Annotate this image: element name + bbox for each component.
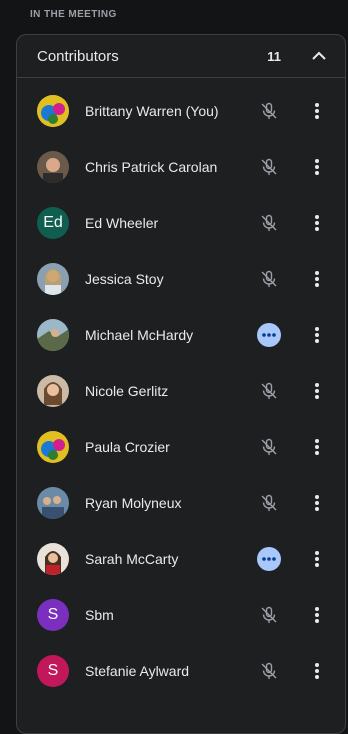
panel-title: Contributors (37, 47, 119, 65)
participant-name: Chris Patrick Carolan (85, 159, 218, 175)
more-options-icon[interactable] (309, 379, 325, 403)
participant-count: 11 (267, 48, 281, 64)
more-options-icon[interactable] (309, 435, 325, 459)
avatar (37, 487, 69, 519)
mic-off-icon (257, 435, 281, 459)
contributors-panel: Contributors 11 Brittany Warren (You) Ch… (16, 34, 346, 734)
avatar (37, 319, 69, 351)
mic-off-icon (257, 379, 281, 403)
more-indicator-icon (257, 547, 281, 571)
section-label: IN THE MEETING (30, 9, 117, 20)
avatar: S (37, 655, 69, 687)
participant-row[interactable]: Ed Ed Wheeler (17, 195, 347, 251)
more-options-icon[interactable] (309, 323, 325, 347)
avatar (37, 263, 69, 295)
participant-row[interactable]: Michael McHardy (17, 307, 347, 363)
participant-name: Paula Crozier (85, 439, 170, 455)
avatar (37, 375, 69, 407)
participant-name: Stefanie Aylward (85, 663, 190, 679)
participant-row[interactable]: Sarah McCarty (17, 531, 347, 587)
more-options-icon[interactable] (309, 155, 325, 179)
participant-name: Michael McHardy (85, 327, 194, 343)
participant-row[interactable]: Paula Crozier (17, 419, 347, 475)
chevron-up-icon[interactable] (311, 48, 327, 64)
more-options-icon[interactable] (309, 659, 325, 683)
more-options-icon[interactable] (309, 547, 325, 571)
participant-name: Nicole Gerlitz (85, 383, 169, 399)
participant-name: Brittany Warren (You) (85, 103, 219, 119)
avatar: S (37, 599, 69, 631)
more-options-icon[interactable] (309, 267, 325, 291)
avatar (37, 151, 69, 183)
avatar-initials: S (47, 606, 59, 623)
participant-row[interactable]: Jessica Stoy (17, 251, 347, 307)
mic-off-icon (257, 211, 281, 235)
more-options-icon[interactable] (309, 211, 325, 235)
mic-off-icon (257, 267, 281, 291)
participant-row[interactable]: S Stefanie Aylward (17, 643, 347, 699)
mic-off-icon (257, 491, 281, 515)
more-options-icon[interactable] (309, 99, 325, 123)
participant-name: Sarah McCarty (85, 551, 179, 567)
mic-off-icon (257, 659, 281, 683)
participant-row[interactable]: Ryan Molyneux (17, 475, 347, 531)
participant-row[interactable]: Nicole Gerlitz (17, 363, 347, 419)
avatar: Ed (37, 207, 69, 239)
more-options-icon[interactable] (309, 603, 325, 627)
mic-off-icon (257, 603, 281, 627)
participant-name: Jessica Stoy (85, 271, 164, 287)
avatar (37, 543, 69, 575)
mic-off-icon (257, 155, 281, 179)
avatar-initials: Ed (43, 214, 63, 231)
avatar-initials: S (47, 662, 59, 679)
more-options-icon[interactable] (309, 491, 325, 515)
participant-row[interactable]: Brittany Warren (You) (17, 83, 347, 139)
participant-row[interactable]: Chris Patrick Carolan (17, 139, 347, 195)
participant-name: Sbm (85, 607, 114, 623)
participant-name: Ryan Molyneux (85, 495, 182, 511)
participant-name: Ed Wheeler (85, 215, 159, 231)
contributors-header[interactable]: Contributors 11 (17, 35, 345, 78)
avatar (37, 431, 69, 463)
avatar (37, 95, 69, 127)
more-indicator-icon (257, 323, 281, 347)
mic-off-icon (257, 99, 281, 123)
participant-row[interactable]: S Sbm (17, 587, 347, 643)
